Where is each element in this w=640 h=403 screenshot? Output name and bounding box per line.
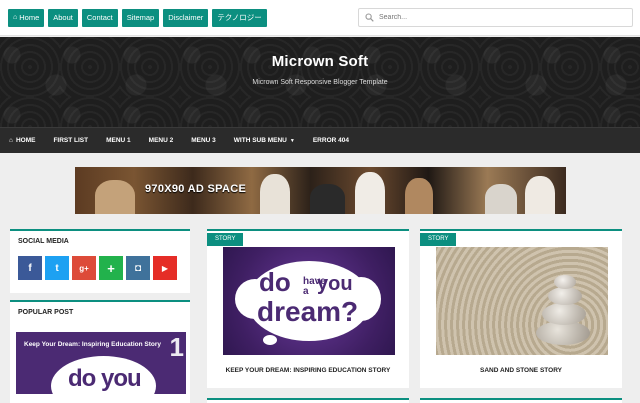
top-link-about[interactable]: About: [48, 9, 78, 27]
social-buttons: f t g+ + ◘ ▶: [18, 256, 177, 280]
image-text-a: a: [303, 286, 309, 297]
popular-post-caption[interactable]: Keep Your Dream: Inspiring Education Sto…: [24, 341, 161, 348]
image-text-do: do: [259, 267, 291, 297]
plus-icon: +: [107, 260, 115, 276]
stone-shape: [548, 287, 582, 305]
popular-post-widget: POPULAR POST do you Keep Your Dream: Ins…: [10, 300, 190, 403]
image-text-you: you: [317, 273, 353, 295]
post-card: [420, 398, 622, 403]
top-link-technology[interactable]: テクノロジー: [212, 9, 267, 27]
stone-shape: [554, 275, 576, 289]
nav-item-menu-3[interactable]: MENU 3: [191, 137, 216, 144]
google-plus-button[interactable]: g+: [72, 256, 96, 280]
popular-post-thumbnail[interactable]: do you Keep Your Dream: Inspiring Educat…: [16, 332, 186, 394]
ad-photo-figure: [355, 172, 385, 214]
ad-photo-figure: [485, 184, 517, 214]
post-card: STORY SAND AND STONE STORY: [420, 229, 622, 388]
post-tag[interactable]: STORY: [207, 233, 244, 246]
nav-item-error-404[interactable]: ERROR 404: [313, 137, 349, 144]
nav-item-label: FIRST LIST: [53, 137, 89, 144]
post-image[interactable]: do have a you dream?: [223, 247, 395, 355]
nav-item-label: WITH SUB MENU: [233, 137, 287, 144]
top-link-label: テクノロジー: [217, 13, 262, 22]
top-link-label: About: [53, 13, 73, 22]
top-link-label: Contact: [86, 13, 113, 22]
post-card: [207, 398, 409, 403]
nav-item-menu-2[interactable]: MENU 2: [149, 137, 174, 144]
nav-item-first-list[interactable]: FIRST LIST: [53, 137, 88, 144]
top-link-disclaimer[interactable]: Disclaimer: [163, 9, 209, 27]
post-card: STORY do have a you dream? KEEP YOUR DRE…: [207, 229, 409, 388]
instagram-icon: ◘: [134, 262, 142, 274]
social-media-widget: SOCIAL MEDIA f t g+ + ◘ ▶: [10, 229, 190, 293]
nav-item-label: MENU 1: [106, 137, 131, 144]
site-header: Micrown Soft Micrown Soft Responsive Blo…: [0, 37, 640, 127]
post-title[interactable]: SAND AND STONE STORY: [420, 367, 622, 374]
nav-item-menu-1[interactable]: MENU 1: [106, 137, 131, 144]
top-link-home[interactable]: ⌂ Home: [8, 9, 45, 27]
ad-photo-figure: [525, 176, 555, 214]
instagram-button[interactable]: ◘: [126, 256, 150, 280]
top-link-contact[interactable]: Contact: [81, 9, 118, 27]
top-bar: ⌂ Home About Contact Sitemap Disclaimer …: [0, 0, 640, 36]
top-links: ⌂ Home About Contact Sitemap Disclaimer …: [8, 9, 267, 27]
nav-item-label: ERROR 404: [312, 137, 349, 144]
facebook-button[interactable]: f: [18, 256, 42, 280]
post-image[interactable]: [436, 247, 608, 355]
post-tag[interactable]: STORY: [420, 233, 457, 246]
popular-post-number: 1: [169, 332, 184, 362]
widget-title: POPULAR POST: [18, 309, 74, 316]
search-input[interactable]: [379, 14, 619, 21]
site-description: Micrown Soft Responsive Blogger Template: [252, 79, 388, 86]
ad-photo-figure: [260, 174, 290, 214]
ad-photo-figure: [310, 184, 345, 214]
caret-down-icon: ▼: [289, 137, 295, 144]
youtube-icon: ▶: [161, 263, 169, 273]
widget-title: SOCIAL MEDIA: [18, 238, 69, 245]
ad-photo-figure: [95, 180, 135, 214]
thought-cloud-shape: [263, 335, 277, 345]
nav-item-label: HOME: [15, 137, 36, 144]
ad-label: 970X90 AD SPACE: [145, 183, 247, 195]
ad-banner[interactable]: 970X90 AD SPACE: [75, 167, 566, 214]
nav-item-home[interactable]: ⌂ HOME: [9, 137, 35, 144]
twitter-button[interactable]: t: [45, 256, 69, 280]
top-link-sitemap[interactable]: Sitemap: [121, 9, 160, 27]
nav-item-label: MENU 2: [148, 137, 174, 144]
thumbnail-text: do you: [68, 365, 142, 392]
top-link-label: Home: [19, 13, 40, 22]
site-title[interactable]: Micrown Soft: [0, 53, 640, 70]
youtube-button[interactable]: ▶: [153, 256, 177, 280]
ad-photo-figure: [405, 178, 433, 214]
add-button[interactable]: +: [99, 256, 123, 280]
facebook-icon: f: [28, 262, 32, 274]
nav-item-with-sub-menu[interactable]: WITH SUB MENU ▼: [234, 137, 295, 144]
stone-shape: [542, 303, 586, 325]
search-icon: [365, 13, 374, 22]
top-link-label: Disclaimer: [168, 13, 204, 22]
main-nav: ⌂ HOME FIRST LIST MENU 1 MENU 2 MENU 3 W…: [0, 127, 640, 153]
home-icon: ⌂: [13, 14, 18, 21]
nav-item-label: MENU 3: [191, 137, 216, 144]
image-text-dream: dream?: [257, 296, 359, 327]
twitter-icon: t: [55, 262, 59, 274]
google-plus-icon: g+: [79, 263, 89, 273]
top-link-label: Sitemap: [126, 13, 155, 22]
home-icon: ⌂: [9, 137, 13, 144]
search-box[interactable]: [358, 8, 633, 27]
post-title[interactable]: KEEP YOUR DREAM: INSPIRING EDUCATION STO…: [207, 367, 409, 374]
